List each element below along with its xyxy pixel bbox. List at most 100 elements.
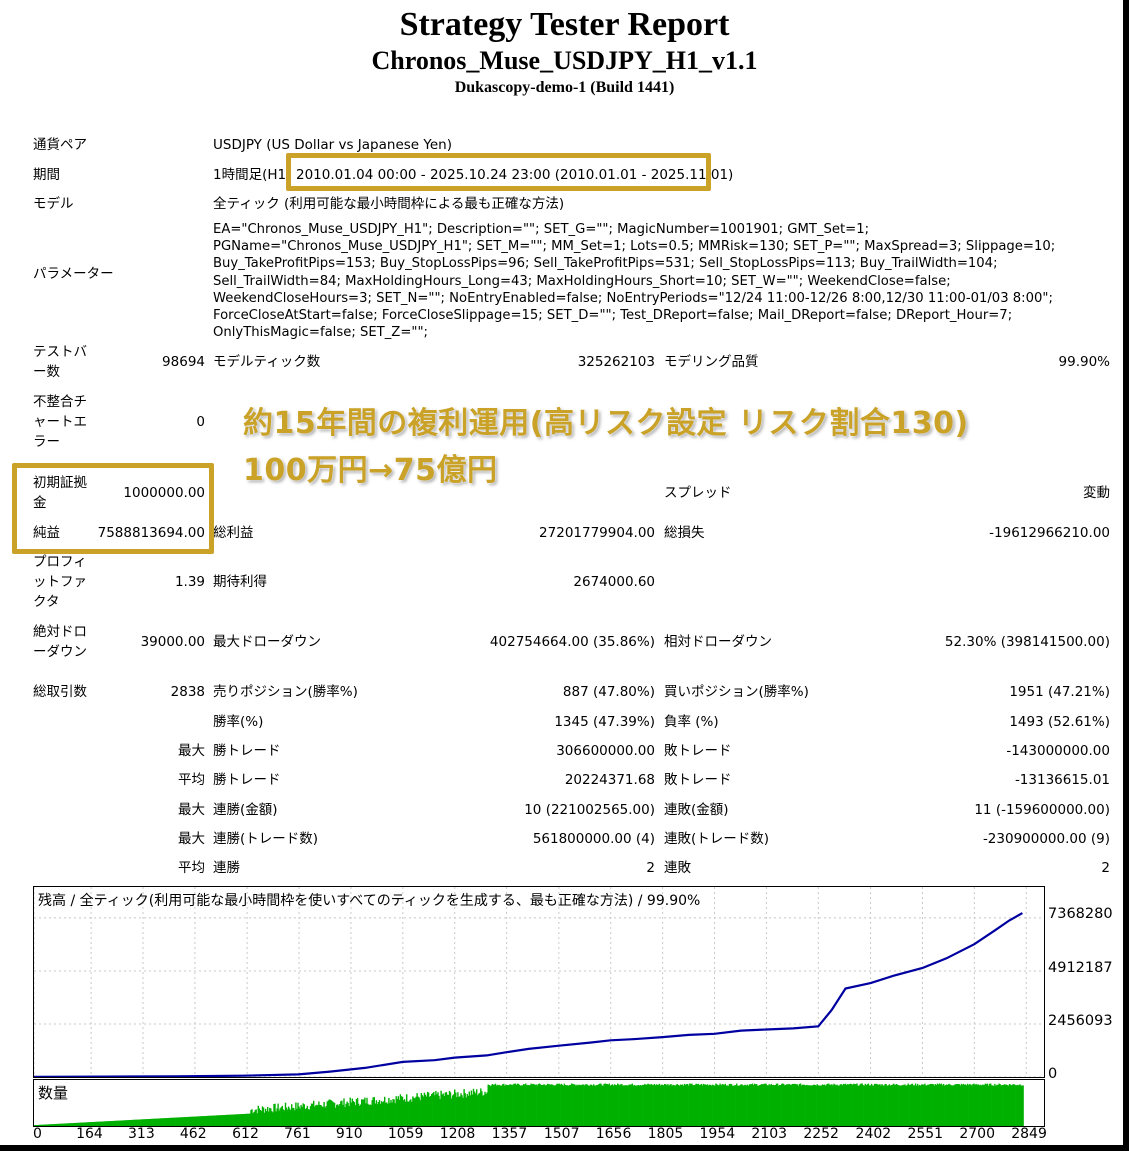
x-tick-14: 2103 xyxy=(751,1126,788,1142)
model-quality-label: モデリング品質 xyxy=(664,354,759,370)
abs-dd-label: 絶対ドローダウン xyxy=(33,624,87,660)
y-tick-3: 0 xyxy=(1048,1066,1058,1082)
x-tick-15: 2252 xyxy=(803,1126,839,1142)
x-tick-13: 1954 xyxy=(699,1126,736,1142)
avg-loss-label: 敗トレード xyxy=(664,772,732,788)
loss-rate-value: 1493 (52.61%) xyxy=(1009,714,1110,730)
pair-value: USDJPY (US Dollar vs Japanese Yen) xyxy=(213,137,452,153)
balance-series-line xyxy=(34,912,1023,1077)
model-ticks-label: モデルティック数 xyxy=(213,354,321,370)
deposit-highlight-box xyxy=(12,463,214,554)
x-tick-9: 1357 xyxy=(491,1126,528,1142)
avg-consec-wins-value: 2 xyxy=(646,860,655,876)
x-tick-12: 1805 xyxy=(647,1126,684,1142)
params-value: EA="Chronos_Muse_USDJPY_H1"; Description… xyxy=(213,222,1056,341)
short-value: 887 (47.80%) xyxy=(562,684,655,700)
x-tick-6: 910 xyxy=(335,1126,363,1142)
largest-win-value: 306600000.00 xyxy=(556,743,655,759)
avg-loss-value: -13136615.01 xyxy=(1014,772,1110,788)
max-consec-wins-count-label: 連勝(トレード数) xyxy=(213,831,319,847)
rel-dd-value: 52.30% (398141500.00) xyxy=(944,634,1110,650)
x-tick-2: 313 xyxy=(128,1126,155,1142)
profit-factor-label: プロフィットファクタ xyxy=(33,554,87,610)
gross-loss-value: -19612966210.00 xyxy=(989,525,1110,541)
period-highlight-box xyxy=(286,153,711,191)
avg-label-2: 平均 xyxy=(178,860,205,876)
x-tick-17: 2551 xyxy=(907,1126,944,1142)
annotation-line2: 100万円→75億円 xyxy=(243,453,498,488)
max-consec-losses-money-value: 11 (-159600000.00) xyxy=(974,802,1110,818)
gross-profit-value: 27201779904.00 xyxy=(539,525,655,541)
x-tick-7: 1059 xyxy=(387,1126,424,1142)
profit-factor-value: 1.39 xyxy=(174,574,205,590)
max-label-3: 最大 xyxy=(178,831,205,847)
balance-chart-svg xyxy=(34,887,1044,1077)
y-tick-2: 2456093 xyxy=(1048,1013,1113,1029)
spread-label: スプレッド xyxy=(664,485,732,501)
win-rate-label: 勝率(%) xyxy=(213,714,264,730)
model-label: モデル xyxy=(33,196,74,212)
x-tick-16: 2402 xyxy=(855,1126,892,1142)
period-label: 期間 xyxy=(33,167,60,183)
avg-win-value: 20224371.68 xyxy=(564,772,655,788)
max-consec-wins-money-value: 10 (221002565.00) xyxy=(524,802,655,818)
avg-win-label: 勝トレード xyxy=(213,772,281,788)
test-bars-label: テストバー数 xyxy=(33,344,87,380)
largest-loss-label: 敗トレード xyxy=(664,743,732,759)
params-label: パラメーター xyxy=(33,266,114,282)
y-tick-0: 7368280 xyxy=(1048,906,1113,922)
balance-chart: 残高 / 全ティック(利用可能な最小時間枠を使いすべてのティックを生成する、最も… xyxy=(33,886,1045,1078)
gross-profit-label: 総利益 xyxy=(213,525,254,541)
max-consec-losses-count-label: 連敗(トレード数) xyxy=(664,831,770,847)
avg-consec-losses-label: 連敗 xyxy=(664,860,691,876)
max-dd-value: 402754664.00 (35.86%) xyxy=(489,634,655,650)
max-dd-label: 最大ドローダウン xyxy=(213,634,321,650)
x-tick-4: 612 xyxy=(232,1126,259,1142)
long-label: 買いポジション(勝率%) xyxy=(664,684,809,700)
model-quality-value: 99.90% xyxy=(1058,354,1110,370)
total-trades-label: 総取引数 xyxy=(33,684,87,700)
x-tick-1: 164 xyxy=(76,1126,103,1142)
max-consec-losses-count-value: -230900000.00 (9) xyxy=(982,831,1110,847)
mismatch-value: 0 xyxy=(196,414,205,430)
test-bars-value: 98694 xyxy=(162,354,205,370)
volume-label: 数量 xyxy=(38,1084,69,1102)
abs-dd-value: 39000.00 xyxy=(140,634,205,650)
x-tick-19: 2849 xyxy=(1011,1126,1047,1142)
model-ticks-value: 325262103 xyxy=(577,354,655,370)
x-tick-0: 0 xyxy=(33,1126,42,1142)
model-value: 全ティック (利用可能な最小時間枠による最も正確な方法) xyxy=(213,196,565,212)
max-consec-losses-money-label: 連敗(金額) xyxy=(664,802,729,818)
rel-dd-label: 相対ドローダウン xyxy=(664,634,772,650)
total-trades-value: 2838 xyxy=(170,684,205,700)
max-consec-wins-count-value: 561800000.00 (4) xyxy=(532,831,655,847)
avg-consec-wins-label: 連勝 xyxy=(213,860,240,876)
short-label: 売りポジション(勝率%) xyxy=(213,684,358,700)
volume-chart-svg xyxy=(34,1083,1024,1126)
y-tick-1: 4912187 xyxy=(1048,960,1113,976)
chart-title: 残高 / 全ティック(利用可能な最小時間枠を使いすべてのティックを生成する、最も… xyxy=(38,893,701,909)
period-prefix: 1時間足(H1 xyxy=(213,167,287,183)
avg-label-1: 平均 xyxy=(178,772,205,788)
loss-rate-label: 負率 (%) xyxy=(664,714,719,730)
ea-name: Chronos_Muse_USDJPY_H1_v1.1 xyxy=(371,46,758,75)
largest-loss-value: -143000000.00 xyxy=(1006,743,1110,759)
spread-value: 変動 xyxy=(1083,485,1110,501)
mismatch-label: 不整合チャートエラー xyxy=(33,394,87,450)
x-tick-18: 2700 xyxy=(959,1126,995,1142)
volume-bar xyxy=(1022,1085,1024,1126)
x-tick-8: 1208 xyxy=(439,1126,476,1142)
max-label-2: 最大 xyxy=(178,802,205,818)
pair-label: 通貨ペア xyxy=(33,137,87,153)
max-label-1: 最大 xyxy=(178,743,205,759)
max-consec-wins-money-label: 連勝(金額) xyxy=(213,802,278,818)
x-tick-10: 1507 xyxy=(543,1126,580,1142)
largest-win-label: 勝トレード xyxy=(213,743,281,759)
gross-loss-label: 総損失 xyxy=(664,525,705,541)
report-title: Strategy Tester Report xyxy=(399,6,730,43)
avg-consec-losses-value: 2 xyxy=(1101,860,1110,876)
volume-chart: 数量 xyxy=(33,1079,1045,1127)
expected-payoff-value: 2674000.60 xyxy=(573,574,655,590)
server-build: Dukascopy-demo-1 (Build 1441) xyxy=(454,79,675,96)
annotation-line1: 約15年間の複利運用(高リスク設定 リスク割合130) xyxy=(243,406,969,441)
